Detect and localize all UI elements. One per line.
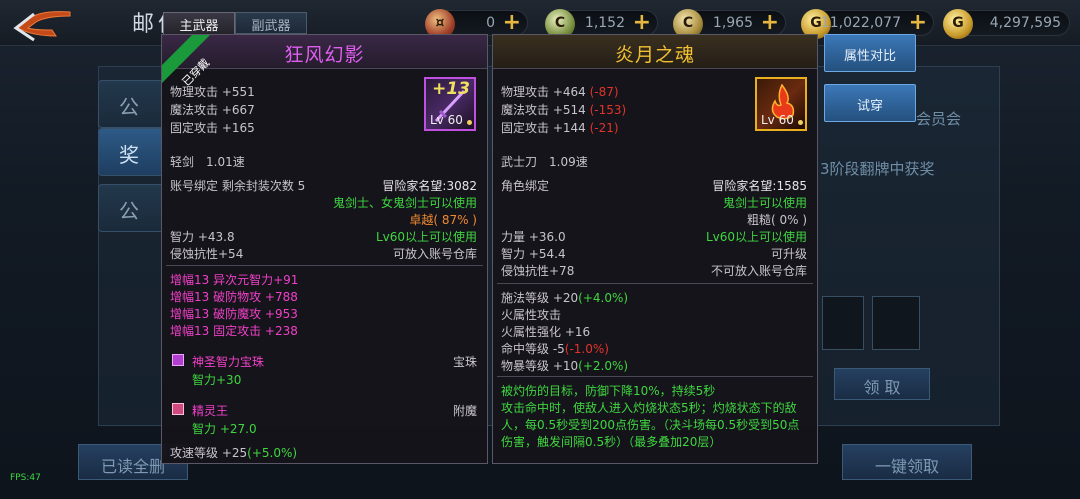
mail-tab-reward[interactable]: 奖 <box>98 128 168 176</box>
stat-line: 智力 +54.4 <box>501 247 566 261</box>
item-level: Lv 60 <box>761 113 794 127</box>
amplify-stat: 增幅13 异次元智力+91 <box>170 273 299 287</box>
item-header: 炎月之魂 <box>493 35 817 69</box>
add-button[interactable]: + <box>503 12 521 34</box>
stat-line: 力量 +36.0 <box>501 230 566 244</box>
effect-line: 被灼伤的目标，防御下降10%，持续5秒 <box>501 384 716 398</box>
amplify-level: +13 <box>432 79 470 99</box>
resource-value: 1,965 <box>712 15 753 31</box>
equipped-ribbon: 已穿戴 <box>162 35 212 87</box>
reward-slot <box>872 296 920 350</box>
tab-main-weapon[interactable]: 主武器 <box>163 12 235 34</box>
item-quality: 粗糙( 0% ) <box>746 213 807 227</box>
effect-line: 伤害，触发间隔0.5秒）（最多叠加20层） <box>501 435 722 449</box>
gem-name: 神圣智力宝珠 <box>192 355 265 369</box>
enchant-name: 精灵王 <box>192 404 229 418</box>
adventurer-fame: 冒险家名望:1585 <box>712 179 807 193</box>
amplify-stat: 增幅13 固定攻击 +238 <box>170 324 298 338</box>
add-button[interactable]: + <box>909 12 927 34</box>
star-icon <box>798 120 803 125</box>
tab-sub-weapon[interactable]: 副武器 <box>235 12 307 34</box>
resource-gold-bar: G 4,297,595 <box>943 9 1070 39</box>
binding-info: 角色绑定 <box>501 179 550 193</box>
gem-type: 宝珠 <box>452 355 477 369</box>
claim-button[interactable]: 领 取 <box>834 368 930 400</box>
stat-line: 侵蚀抗性+54 <box>170 247 244 261</box>
resource-value: 11,022,077 <box>820 15 901 31</box>
stat-line: 固定攻击 +144 (-21) <box>501 121 619 135</box>
weapon-icon[interactable]: Lv 60 <box>755 77 807 131</box>
weapon-type: 武士刀 <box>501 155 538 169</box>
stat-line: 物理攻击 +551 <box>170 85 255 99</box>
stat-line: 智力 +43.8 <box>170 230 235 244</box>
resource-value: 0 <box>486 15 495 31</box>
back-arrow-icon[interactable] <box>12 6 72 42</box>
fps-counter: FPS:47 <box>10 473 41 483</box>
gold-bar-icon: G <box>943 9 973 39</box>
amplify-stat: 增幅13 破防物攻 +788 <box>170 290 298 304</box>
resource-c-coin-gold: C 1,965 + <box>673 9 786 39</box>
stat-line: 魔法攻击 +514 (-153) <box>501 103 627 117</box>
gem-stat: 智力+30 <box>192 373 242 387</box>
storage-info: 不可放入账号仓库 <box>710 264 807 278</box>
divider <box>497 283 813 284</box>
resource-value: 4,297,595 <box>989 15 1061 31</box>
fire-boost: 火属性强化 +16 <box>501 325 591 339</box>
adventurer-fame: 冒险家名望:3082 <box>382 179 477 193</box>
upgrade-info: 可升级 <box>770 247 807 261</box>
item-name: 炎月之魂 <box>614 44 695 66</box>
effect-line: 人，每0.5秒受到200点伤害。（决斗场每0.5秒受到50点 <box>501 418 800 432</box>
level-requirement: Lv60以上可以使用 <box>375 230 477 244</box>
enchant-stat: 智力 +27.0 <box>192 422 257 436</box>
resource-c-coin: C 1,152 + <box>545 9 658 39</box>
star-icon <box>467 120 472 125</box>
enchant-type: 附魔 <box>452 404 477 418</box>
amplify-stat: 增幅13 破防魔攻 +953 <box>170 307 298 321</box>
item-quality: 卓越( 87% ) <box>409 213 477 227</box>
resource-ticket: ¤ 0 + <box>425 9 528 39</box>
weapon-speed: 1.09速 <box>549 155 588 169</box>
attribute-compare-button[interactable]: 属性对比 <box>824 34 916 72</box>
enchant-card-icon <box>172 403 184 415</box>
try-on-button[interactable]: 试穿 <box>824 84 916 122</box>
class-restriction: 鬼剑士、女鬼剑士可以使用 <box>332 196 477 210</box>
compare-item-tooltip: 炎月之魂 Lv 60 物理攻击 +464 (-87) 魔法攻击 +514 (-1… <box>492 34 818 464</box>
class-restriction: 鬼剑士可以使用 <box>722 196 807 210</box>
cast-speed: 施法等级 +20(+4.0%) <box>501 291 629 305</box>
stat-line: 魔法攻击 +667 <box>170 103 255 117</box>
weapon-type: 轻剑 <box>170 155 195 169</box>
fire-attack: 火属性攻击 <box>501 308 562 322</box>
equipped-item-tooltip: 狂风幻影 已穿戴 +13 Lv 60 物理攻击 +551 魔法攻击 +667 固… <box>161 34 488 464</box>
add-button[interactable]: + <box>633 12 651 34</box>
level-requirement: Lv60以上可以使用 <box>705 230 807 244</box>
mail-tab-notice[interactable]: 公 <box>98 80 168 128</box>
effect-line: 攻击命中时，使敌人进入灼烧状态5秒；灼烧状态下的敌 <box>501 401 797 415</box>
gem-icon <box>172 354 184 366</box>
attack-speed: 攻速等级 +25(+5.0%) <box>170 446 298 460</box>
mail-notice-text: 3阶段翻牌中获奖 <box>820 160 935 178</box>
mail-tab-other[interactable]: 公 <box>98 184 168 232</box>
binding-info: 账号绑定 剩余封装次数 5 <box>170 179 306 193</box>
divider <box>497 376 813 377</box>
mail-notice-text: 会员会 <box>916 110 962 128</box>
claim-all-button[interactable]: 一键领取 <box>842 444 972 480</box>
crit-rate: 物暴等级 +10(+2.0%) <box>501 359 629 373</box>
stat-line: 物理攻击 +464 (-87) <box>501 85 619 99</box>
stat-line: 侵蚀抗性+78 <box>501 264 575 278</box>
reward-slot <box>822 296 864 350</box>
weapon-icon[interactable]: +13 Lv 60 <box>424 77 476 131</box>
resource-gold: G 11,022,077 + <box>801 9 934 39</box>
resource-value: 1,152 <box>584 15 625 31</box>
add-button[interactable]: + <box>761 12 779 34</box>
hit-rate: 命中等级 -5(-1.0%) <box>501 342 609 356</box>
item-level: Lv 60 <box>430 113 463 127</box>
weapon-speed: 1.01速 <box>206 155 245 169</box>
divider <box>166 265 483 266</box>
stat-line: 固定攻击 +165 <box>170 121 255 135</box>
storage-info: 可放入账号仓库 <box>392 247 477 261</box>
game-screen: 邮件 ¤ 0 + C 1,152 + C 1,965 + G 11,022,07… <box>0 0 1080 499</box>
